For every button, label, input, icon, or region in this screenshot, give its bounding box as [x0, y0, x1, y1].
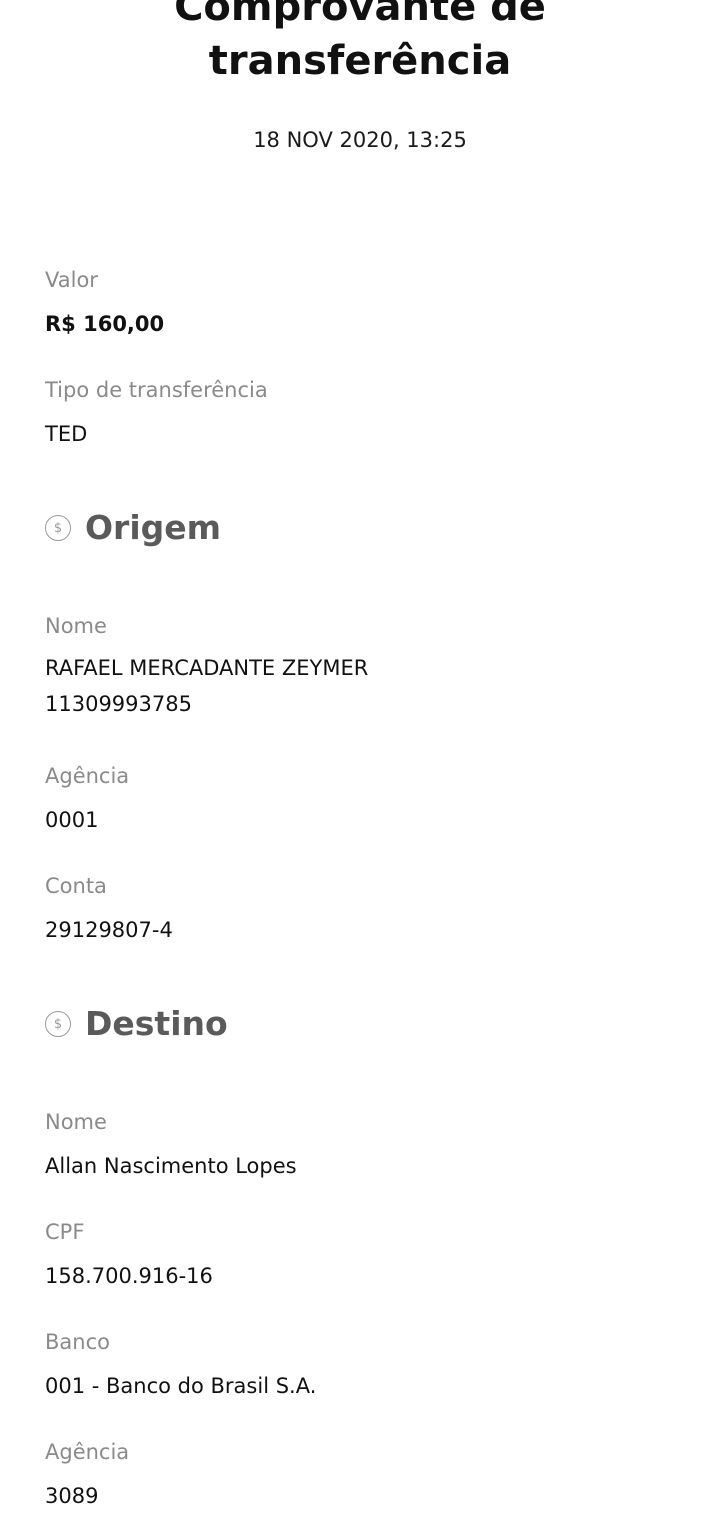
- destino-banco-value: 001 - Banco do Brasil S.A.: [45, 1374, 317, 1398]
- destino-agencia-label: Agência: [45, 1440, 130, 1464]
- page-title: Comprovante de transferência: [174, 0, 546, 84]
- tipo-field: Tipo de transferência TED: [45, 376, 268, 448]
- origem-nome-value: RAFAEL MERCADANTE ZEYMER 11309993785: [45, 656, 369, 716]
- origem-conta-value: 29129807-4: [45, 918, 173, 942]
- origem-nome-label: Nome: [45, 614, 107, 638]
- destino-banco-label: Banco: [45, 1330, 110, 1354]
- origem-conta-field: Conta 29129807-4: [45, 872, 173, 944]
- origem-agencia-field: Agência 0001: [45, 762, 129, 834]
- origem-agencia-value: 0001: [45, 808, 99, 832]
- dollar-coin-icon: $: [45, 1011, 71, 1037]
- tipo-label: Tipo de transferência: [45, 378, 268, 402]
- destino-agencia-field: Agência 3089: [45, 1438, 129, 1510]
- valor-field: Valor R$ 160,00: [45, 266, 164, 338]
- dollar-coin-icon: $: [45, 515, 71, 541]
- destino-nome-value: Allan Nascimento Lopes: [45, 1154, 297, 1178]
- origem-section-header: $ Origem: [45, 508, 221, 548]
- tipo-value: TED: [45, 422, 88, 446]
- origem-section-title: Origem: [85, 508, 222, 547]
- origem-nome-field: Nome RAFAEL MERCADANTE ZEYMER 1130999378…: [45, 612, 368, 722]
- destino-banco-field: Banco 001 - Banco do Brasil S.A.: [45, 1328, 316, 1400]
- origem-conta-label: Conta: [45, 874, 107, 898]
- destino-cpf-label: CPF: [45, 1220, 85, 1244]
- destino-nome-field: Nome Allan Nascimento Lopes: [45, 1108, 297, 1180]
- destino-cpf-field: CPF 158.700.916-16: [45, 1218, 213, 1290]
- transfer-datetime: 18 NOV 2020, 13:25: [253, 128, 467, 152]
- origem-agencia-label: Agência: [45, 764, 130, 788]
- destino-nome-label: Nome: [45, 1110, 107, 1134]
- valor-label: Valor: [45, 268, 98, 292]
- destino-agencia-value: 3089: [45, 1484, 99, 1508]
- valor-value: R$ 160,00: [45, 312, 165, 336]
- destino-cpf-value: 158.700.916-16: [45, 1264, 213, 1288]
- destino-section-header: $ Destino: [45, 1004, 228, 1044]
- destino-section-title: Destino: [85, 1004, 228, 1043]
